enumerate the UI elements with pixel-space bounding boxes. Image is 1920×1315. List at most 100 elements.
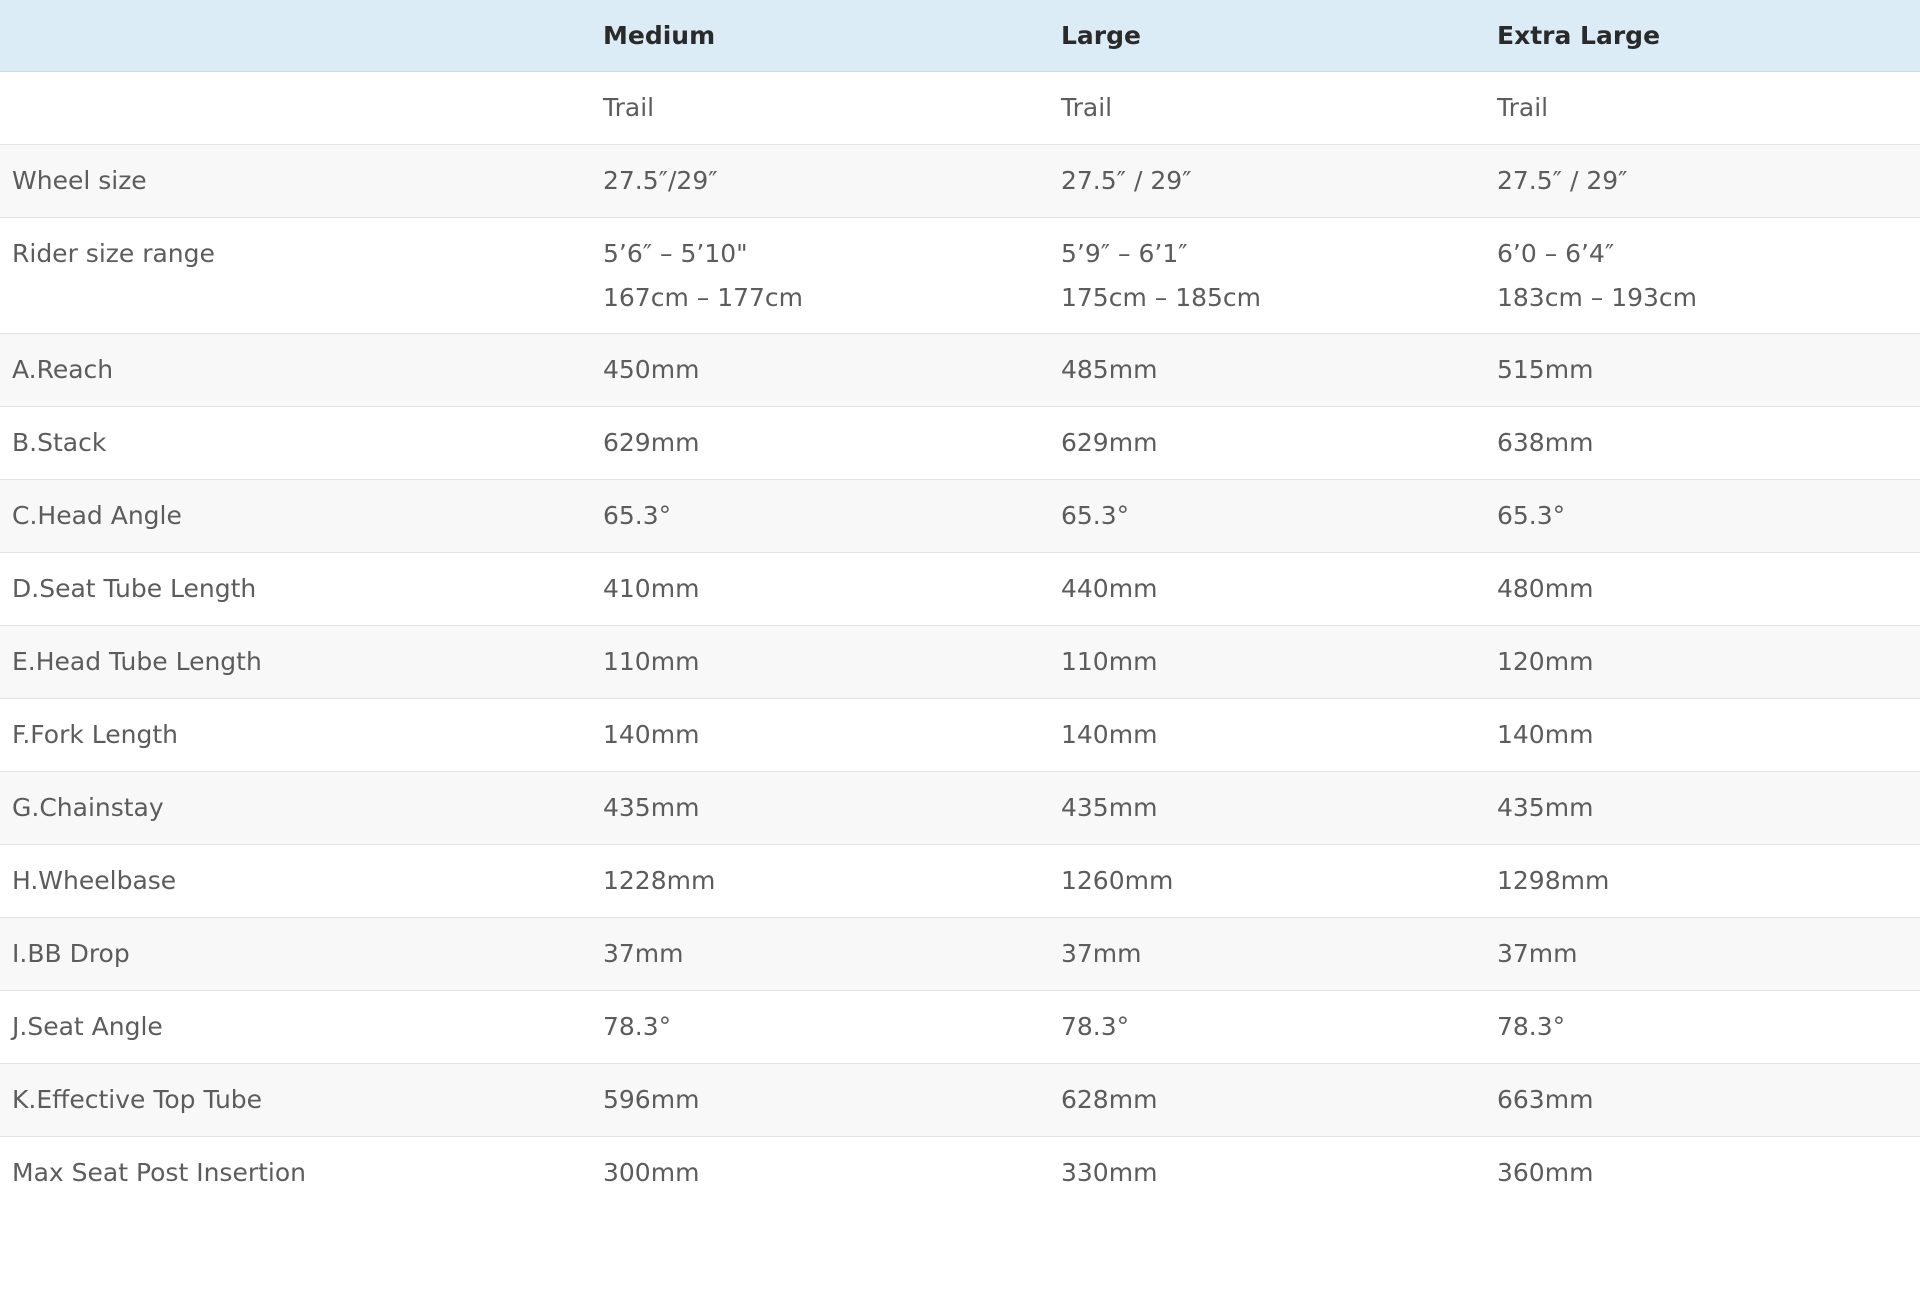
cell-extra-large: 78.3° (1485, 990, 1920, 1064)
cell-value: 360mm (1497, 1158, 1594, 1187)
cell-value: 37mm (603, 939, 684, 968)
cell-extra-large: 663mm (1485, 1063, 1920, 1137)
cell-value: 629mm (1061, 428, 1158, 457)
cell-value: 167cm – 177cm (603, 283, 804, 312)
cell-value: 27.5″/29″ (603, 166, 718, 195)
cell-value: 515mm (1497, 355, 1594, 384)
cell-large: 37mm (1049, 917, 1485, 991)
table-row: H.Wheelbase 1228mm 1260mm 1298mm (0, 844, 1920, 918)
row-label: Wheel size (0, 144, 591, 218)
row-label: I.BB Drop (0, 917, 591, 991)
cell-extra-large: 638mm (1485, 406, 1920, 480)
cell-medium: 78.3° (591, 990, 1049, 1064)
table-row: I.BB Drop 37mm 37mm 37mm (0, 917, 1920, 991)
cell-large: 78.3° (1049, 990, 1485, 1064)
table-row: D.Seat Tube Length 410mm 440mm 480mm (0, 552, 1920, 626)
cell-medium: 37mm (591, 917, 1049, 991)
cell-value: 330mm (1061, 1158, 1158, 1187)
cell-value: 65.3° (603, 501, 672, 530)
row-label: C.Head Angle (0, 479, 591, 553)
cell-value: 638mm (1497, 428, 1594, 457)
column-header-medium: Medium (591, 0, 1049, 72)
row-label (0, 71, 591, 145)
row-label: E.Head Tube Length (0, 625, 591, 699)
cell-value: 110mm (603, 647, 700, 676)
cell-value: 628mm (1061, 1085, 1158, 1114)
cell-medium: 5’6″ – 5’10" 167cm – 177cm (591, 217, 1049, 334)
row-label: K.Effective Top Tube (0, 1063, 591, 1137)
header-row: Medium Large Extra Large (0, 0, 1920, 72)
cell-large: Trail (1049, 71, 1485, 145)
cell-medium: 596mm (591, 1063, 1049, 1137)
cell-medium: 110mm (591, 625, 1049, 699)
table-row: J.Seat Angle 78.3° 78.3° 78.3° (0, 990, 1920, 1064)
cell-large: 485mm (1049, 333, 1485, 407)
cell-extra-large: 27.5″ / 29″ (1485, 144, 1920, 218)
cell-value: 300mm (603, 1158, 700, 1187)
cell-value: 435mm (603, 793, 700, 822)
cell-extra-large: 360mm (1485, 1137, 1920, 1210)
cell-value: 1260mm (1061, 866, 1174, 895)
cell-medium: 410mm (591, 552, 1049, 626)
cell-extra-large: 65.3° (1485, 479, 1920, 553)
column-header-large: Large (1049, 0, 1485, 72)
cell-medium: 140mm (591, 698, 1049, 772)
row-label: D.Seat Tube Length (0, 552, 591, 626)
table-row: A.Reach 450mm 485mm 515mm (0, 333, 1920, 407)
cell-medium: 450mm (591, 333, 1049, 407)
cell-extra-large: 140mm (1485, 698, 1920, 772)
row-label: B.Stack (0, 406, 591, 480)
cell-large: 5’9″ – 6’1″ 175cm – 185cm (1049, 217, 1485, 334)
table-row: C.Head Angle 65.3° 65.3° 65.3° (0, 479, 1920, 553)
cell-large: 629mm (1049, 406, 1485, 480)
cell-value: 140mm (603, 720, 700, 749)
cell-extra-large: 515mm (1485, 333, 1920, 407)
cell-value: 78.3° (1061, 1012, 1130, 1041)
cell-medium: Trail (591, 71, 1049, 145)
table-body: Trail Trail Trail Wheel size 27.5″/29″ 27.5″ … (0, 71, 1920, 1210)
cell-value: 183cm – 193cm (1497, 283, 1698, 312)
cell-value: 596mm (603, 1085, 700, 1114)
cell-value: 6’0 – 6’4″ (1497, 239, 1615, 268)
cell-large: 110mm (1049, 625, 1485, 699)
cell-value: 37mm (1061, 939, 1142, 968)
table-row: E.Head Tube Length 110mm 110mm 120mm (0, 625, 1920, 699)
cell-large: 330mm (1049, 1137, 1485, 1210)
row-label: F.Fork Length (0, 698, 591, 772)
header-corner-cell (0, 0, 591, 72)
cell-large: 435mm (1049, 771, 1485, 845)
cell-large: 65.3° (1049, 479, 1485, 553)
cell-extra-large: Trail (1485, 71, 1920, 145)
cell-medium: 300mm (591, 1137, 1049, 1210)
column-header-extra-large: Extra Large (1485, 0, 1920, 72)
row-label: A.Reach (0, 333, 591, 407)
cell-value: 78.3° (603, 1012, 672, 1041)
table-header: Medium Large Extra Large (0, 0, 1920, 72)
row-label: G.Chainstay (0, 771, 591, 845)
cell-value: 65.3° (1061, 501, 1130, 530)
cell-value: 78.3° (1497, 1012, 1566, 1041)
cell-large: 1260mm (1049, 844, 1485, 918)
cell-value: 480mm (1497, 574, 1594, 603)
cell-value: 5’6″ – 5’10" (603, 239, 748, 268)
cell-value: 450mm (603, 355, 700, 384)
cell-value: 440mm (1061, 574, 1158, 603)
cell-large: 628mm (1049, 1063, 1485, 1137)
row-label: J.Seat Angle (0, 990, 591, 1064)
cell-value: 1228mm (603, 866, 716, 895)
cell-value: Trail (1497, 93, 1549, 122)
cell-value: Trail (603, 93, 655, 122)
cell-value: 27.5″ / 29″ (1497, 166, 1628, 195)
cell-value: Trail (1061, 93, 1113, 122)
table-row: Rider size range 5’6″ – 5’10" 167cm – 177c… (0, 217, 1920, 334)
table-row: Max Seat Post Insertion 300mm 330mm 360mm (0, 1136, 1920, 1210)
table-row: F.Fork Length 140mm 140mm 140mm (0, 698, 1920, 772)
cell-large: 140mm (1049, 698, 1485, 772)
cell-extra-large: 1298mm (1485, 844, 1920, 918)
cell-extra-large: 6’0 – 6’4″ 183cm – 193cm (1485, 217, 1920, 334)
cell-value: 5’9″ – 6’1″ (1061, 239, 1188, 268)
cell-medium: 1228mm (591, 844, 1049, 918)
cell-value: 120mm (1497, 647, 1594, 676)
cell-value: 37mm (1497, 939, 1578, 968)
cell-extra-large: 120mm (1485, 625, 1920, 699)
